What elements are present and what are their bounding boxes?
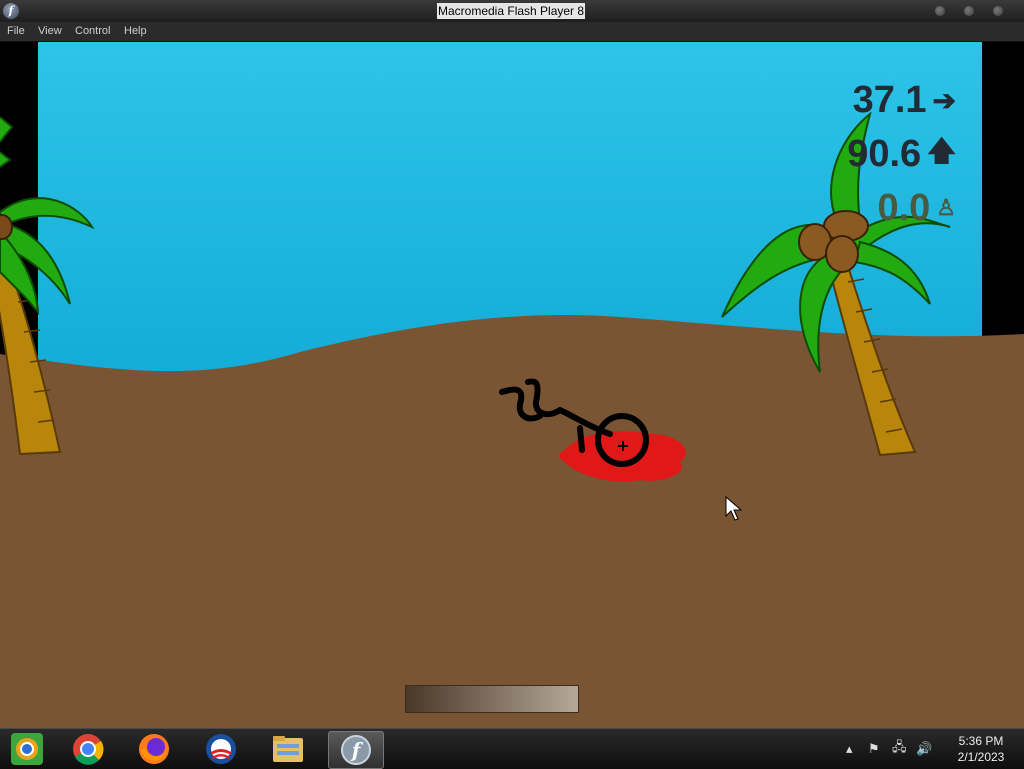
hud-third: 0.0 ♙ [780, 186, 956, 229]
taskbar: f ▴ ⚑ 🖧 🔊 5:36 PM 2/1/2023 [0, 728, 1024, 769]
menu-help[interactable]: Help [124, 25, 147, 37]
figure-icon: ♙ [936, 195, 956, 220]
menu-file[interactable]: File [7, 25, 25, 37]
chrome-icon[interactable] [66, 731, 110, 767]
clock-date: 2/1/2023 [957, 750, 1005, 764]
window-title: Macromedia Flash Player 8 [437, 3, 586, 19]
maximize-button[interactable] [964, 6, 974, 16]
title-bar: f Macromedia Flash Player 8 [0, 0, 1024, 22]
action-center-flag-icon[interactable]: ⚑ [868, 729, 880, 769]
volume-icon[interactable]: 🔊 [916, 729, 932, 769]
minimize-button[interactable] [935, 6, 945, 16]
network-icon[interactable]: 🖧 [892, 729, 907, 769]
menu-control[interactable]: Control [75, 25, 110, 37]
obama-logo-icon[interactable] [199, 731, 243, 767]
menu-view[interactable]: View [38, 25, 62, 37]
show-hidden-icons-button[interactable]: ▴ [846, 729, 853, 769]
hud-third-value: 0.0 [877, 186, 931, 229]
chrome-launcher-icon[interactable] [5, 731, 49, 767]
flash-player-icon[interactable]: f [328, 731, 384, 769]
clock-time: 5:36 PM [958, 734, 1004, 748]
hud-distance-value: 37.1 [852, 78, 927, 121]
power-bar [405, 685, 579, 713]
file-explorer-icon[interactable] [266, 731, 310, 767]
flash-app-icon[interactable]: f [3, 3, 19, 19]
hud-height-value: 90.6 [847, 132, 922, 175]
arrow-right-icon: ➔ [932, 84, 956, 116]
game-stage[interactable]: 37.1 ➔ 90.6 🡅 0.0 ♙ [0, 42, 1024, 728]
firefox-icon[interactable] [132, 731, 176, 767]
taskbar-clock[interactable]: 5:36 PM 2/1/2023 [945, 733, 1017, 765]
arrow-up-icon: 🡅 [927, 135, 956, 166]
close-button[interactable] [993, 6, 1003, 16]
hud-height: 90.6 🡅 [780, 132, 956, 175]
hud-distance: 37.1 ➔ [780, 78, 956, 121]
menu-bar: File View Control Help [0, 22, 1024, 42]
